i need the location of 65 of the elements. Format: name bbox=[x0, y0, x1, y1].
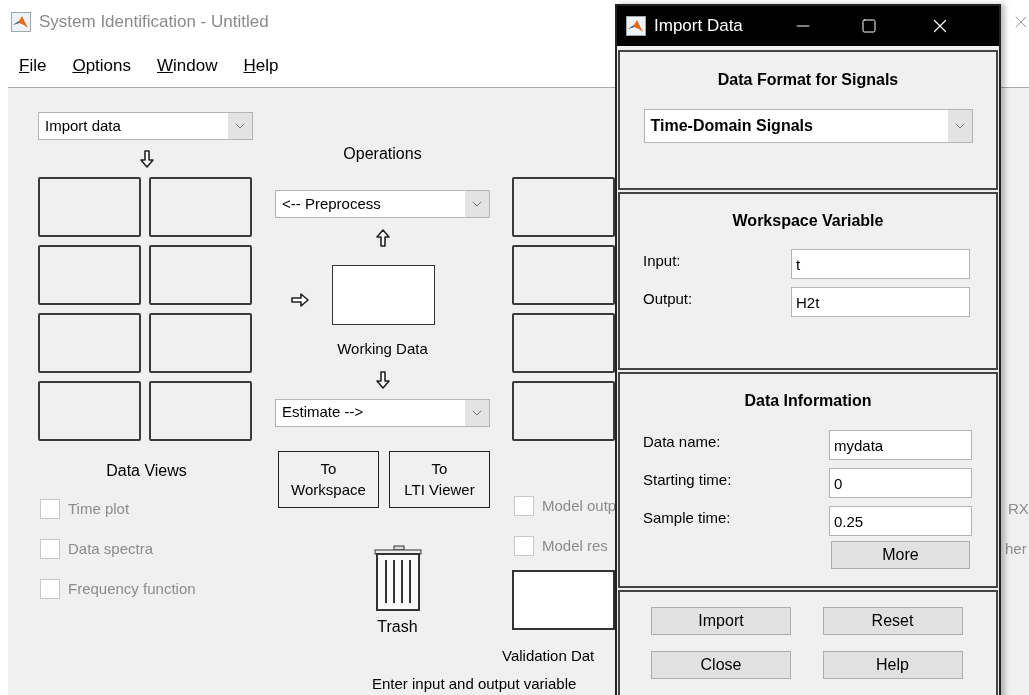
window-title: System Identification - Untitled bbox=[39, 11, 269, 34]
dialog-button[interactable]: Import bbox=[651, 607, 791, 635]
maximize-icon[interactable] bbox=[860, 18, 877, 34]
slot-box[interactable] bbox=[512, 177, 615, 237]
field-label: Starting time: bbox=[643, 469, 733, 490]
input-field[interactable]: H2t bbox=[791, 287, 970, 317]
action-button[interactable]: To LTI Viewer bbox=[389, 450, 490, 508]
format-select[interactable]: Time-Domain Signals bbox=[643, 109, 973, 143]
working-data-box[interactable] bbox=[332, 265, 435, 325]
slot-box[interactable] bbox=[149, 245, 252, 305]
slot-box[interactable] bbox=[38, 381, 141, 441]
field-label: Output: bbox=[643, 288, 694, 309]
checkbox-label: Model res bbox=[542, 535, 608, 556]
slot-box[interactable] bbox=[149, 381, 252, 441]
menu-item[interactable]: Options bbox=[72, 52, 131, 79]
trash-label: Trash bbox=[377, 616, 418, 637]
menu-item[interactable]: File bbox=[19, 52, 47, 79]
slot-box[interactable] bbox=[512, 313, 615, 373]
input-field[interactable]: mydata bbox=[829, 430, 972, 460]
action-button[interactable]: To Workspace bbox=[278, 450, 379, 508]
trash-icon[interactable] bbox=[373, 544, 422, 611]
slot-box[interactable] bbox=[512, 245, 615, 305]
import-data-select[interactable]: Import data bbox=[38, 112, 253, 140]
app-logo-icon bbox=[11, 12, 31, 32]
partial-label: her bbox=[1005, 539, 1027, 559]
slot-box[interactable] bbox=[38, 245, 141, 305]
input-field[interactable]: 0 bbox=[829, 468, 972, 498]
slot-box[interactable] bbox=[149, 313, 252, 373]
dialog-button[interactable]: Reset bbox=[822, 607, 963, 635]
arrow-up-icon bbox=[375, 229, 390, 247]
field-label: Input: bbox=[643, 250, 682, 271]
arrow-down-icon bbox=[375, 370, 390, 389]
arrow-down-icon bbox=[139, 149, 154, 168]
input-field[interactable]: t bbox=[791, 249, 970, 279]
slot-box[interactable] bbox=[512, 381, 615, 441]
menu-item[interactable]: Help bbox=[243, 52, 279, 79]
panel-title: Workspace Variable bbox=[731, 211, 885, 231]
input-field[interactable]: 0.25 bbox=[829, 506, 972, 536]
slot-box[interactable] bbox=[38, 313, 141, 373]
field-label: Data name: bbox=[643, 431, 722, 452]
slot-box[interactable] bbox=[149, 177, 252, 237]
checkbox-label: Time plot bbox=[68, 498, 130, 519]
checkbox-label: Data spectra bbox=[68, 538, 154, 559]
arrow-right-icon bbox=[291, 293, 309, 307]
app-logo-icon bbox=[626, 16, 646, 36]
checkbox-label: Frequency function bbox=[68, 578, 196, 599]
operations-title: Operations bbox=[343, 144, 422, 164]
field-label: Sample time: bbox=[643, 507, 732, 528]
panel-title: Data Information bbox=[743, 391, 873, 411]
estimate-select[interactable]: Estimate --> bbox=[275, 398, 490, 427]
preprocess-select[interactable]: <-- Preprocess bbox=[275, 190, 490, 218]
dialog-button[interactable]: Help bbox=[822, 651, 963, 679]
validation-data-box[interactable] bbox=[512, 570, 615, 630]
checkbox-label: Model outp bbox=[542, 495, 617, 516]
working-data-label: Working Data bbox=[337, 339, 428, 359]
dialog-title: Import Data bbox=[654, 15, 743, 38]
panel-title: Data Format for Signals bbox=[717, 70, 899, 90]
more-button[interactable]: More bbox=[831, 541, 970, 569]
partial-label: RX bbox=[1008, 499, 1029, 519]
validation-data-label: Validation Dat bbox=[502, 646, 596, 666]
slot-box[interactable] bbox=[38, 177, 141, 237]
data-views-title: Data Views bbox=[106, 462, 187, 479]
menu-item[interactable]: Window bbox=[157, 52, 218, 79]
hint-text: Enter input and output variable bbox=[372, 674, 577, 694]
dialog-button[interactable]: Close bbox=[651, 651, 791, 679]
